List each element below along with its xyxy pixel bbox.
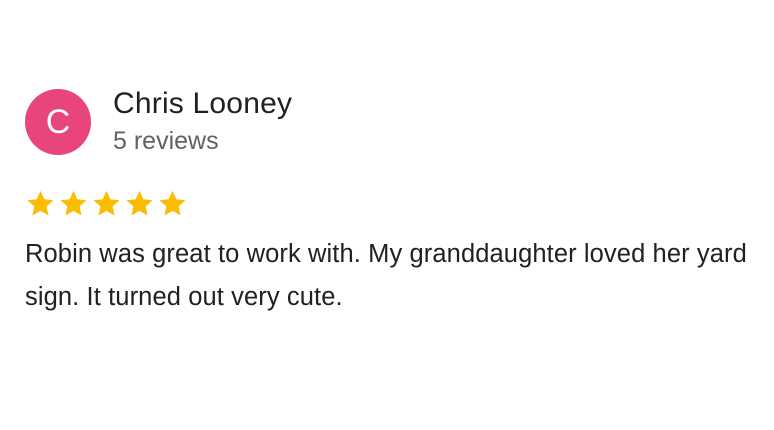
reviewer-review-count: 5 reviews <box>113 127 219 155</box>
star-icon <box>93 190 120 216</box>
star-icon <box>159 190 186 216</box>
star-icon <box>27 190 54 216</box>
avatar[interactable]: C <box>25 88 91 155</box>
star-icon <box>126 190 153 216</box>
review-text: Robin was great to work with. My grandda… <box>25 240 747 311</box>
reviewer-info: Chris Looney 5 reviews <box>113 86 292 157</box>
star-rating <box>25 188 188 219</box>
star-icon <box>60 190 87 216</box>
review-card: C Chris Looney 5 reviews Robin was great… <box>0 0 774 430</box>
reviewer-name[interactable]: Chris Looney <box>113 86 292 122</box>
reviewer-header: C Chris Looney 5 reviews <box>25 86 292 157</box>
